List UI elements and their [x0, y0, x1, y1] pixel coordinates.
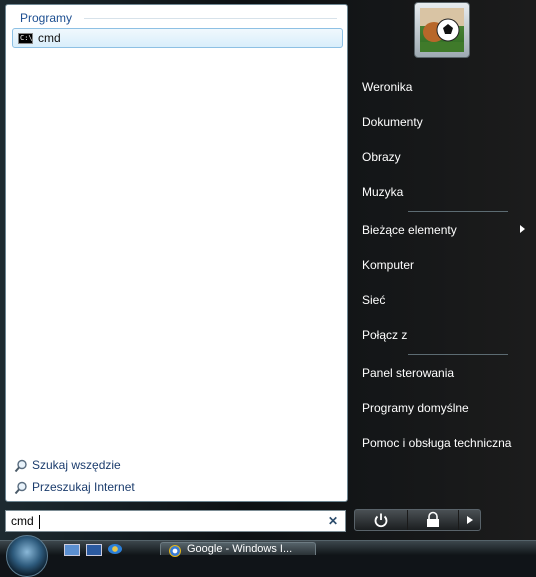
power-options-button[interactable] [459, 510, 480, 530]
result-item-cmd[interactable]: C:\ cmd [12, 28, 343, 48]
start-button[interactable] [6, 535, 48, 577]
text-caret [39, 515, 40, 529]
avatar-picture [420, 8, 464, 52]
search-everywhere-label: Szukaj wszędzie [32, 458, 121, 472]
menu-item-computer[interactable]: Komputer [362, 258, 414, 272]
user-avatar[interactable] [414, 2, 470, 58]
power-controls [354, 509, 481, 531]
clear-icon[interactable]: ✕ [328, 514, 338, 528]
menu-item-documents[interactable]: Dokumenty [362, 115, 423, 129]
menu-item-control-panel[interactable]: Panel sterowania [362, 366, 454, 380]
menu-item-default-programs[interactable]: Programy domyślne [362, 401, 469, 415]
menu-item-recent-items[interactable]: Bieżące elementy [362, 223, 457, 237]
menu-item-help-support[interactable]: Pomoc i obsługa techniczna [362, 436, 511, 450]
taskbar-window-label: Google - Windows I... [187, 543, 293, 555]
power-button[interactable] [355, 510, 408, 530]
show-desktop-icon[interactable] [64, 544, 80, 556]
section-divider [84, 18, 337, 19]
search-input-value: cmd [11, 514, 34, 528]
command-prompt-icon: C:\ [18, 33, 33, 44]
start-menu: Programy C:\ cmd Szukaj wszędzie Przeszu… [0, 0, 536, 540]
search-results-pane: Programy C:\ cmd Szukaj wszędzie Przeszu… [5, 4, 348, 502]
search-icon [14, 481, 27, 495]
search-internet-label: Przeszukaj Internet [32, 480, 135, 494]
search-icon [14, 459, 27, 473]
menu-item-music[interactable]: Muzyka [362, 185, 403, 199]
internet-explorer-icon[interactable] [108, 544, 122, 554]
lock-button[interactable] [408, 510, 459, 530]
programs-section-header: Programy [20, 11, 73, 25]
menu-item-network[interactable]: Sieć [362, 293, 385, 307]
menu-item-user-folder[interactable]: Weronika [362, 80, 412, 94]
menu-item-pictures[interactable]: Obrazy [362, 150, 401, 164]
lock-icon [427, 511, 439, 527]
submenu-arrow-icon [520, 225, 525, 233]
menu-separator [408, 211, 508, 212]
menu-item-connect-to[interactable]: Połącz z [362, 328, 407, 342]
result-label: cmd [38, 31, 61, 45]
start-search-input[interactable]: cmd ✕ [5, 510, 346, 532]
switch-windows-icon[interactable] [86, 544, 102, 556]
browser-icon [169, 545, 181, 557]
menu-separator [408, 354, 508, 355]
arrow-right-icon [467, 516, 473, 524]
taskbar-window-button[interactable]: Google - Windows I... [160, 542, 316, 557]
power-icon [374, 513, 388, 528]
